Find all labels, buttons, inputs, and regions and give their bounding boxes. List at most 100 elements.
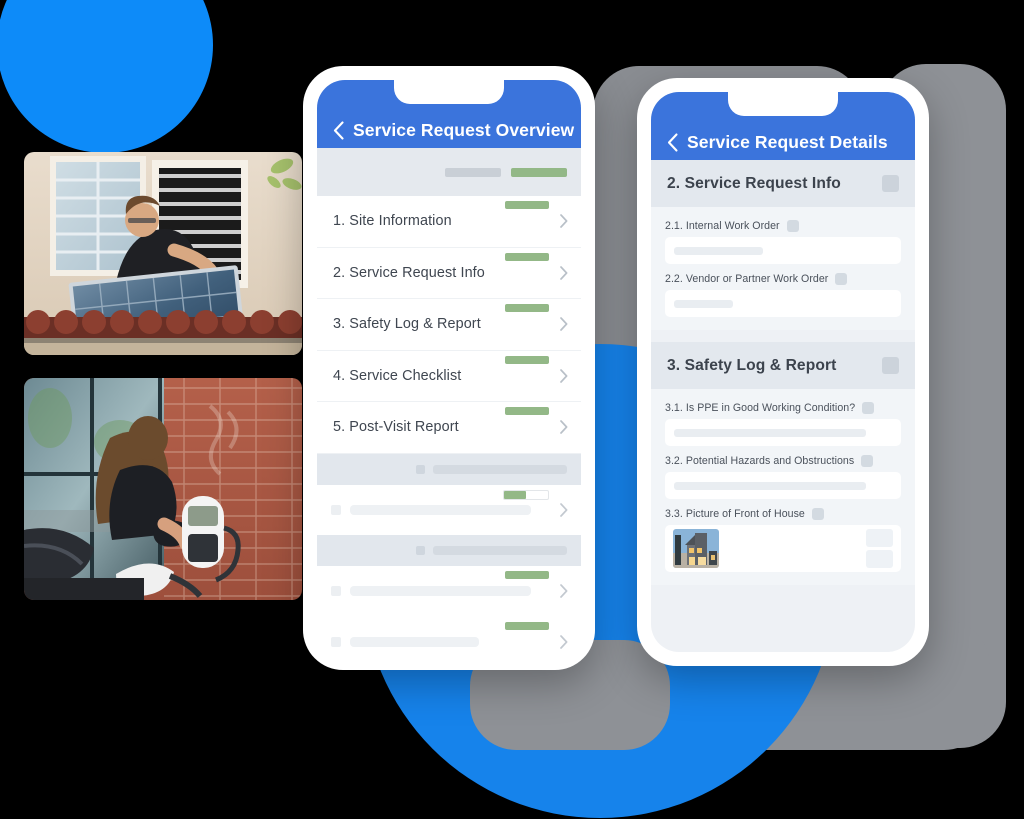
ppe-condition-input[interactable] (665, 419, 901, 446)
skeleton-row[interactable] (317, 484, 581, 535)
section-row-label: 4. Service Checklist (333, 367, 462, 384)
vendor-partner-work-order-input[interactable] (665, 290, 901, 317)
chevron-left-icon[interactable] (333, 121, 344, 140)
photo-action-stub[interactable] (866, 529, 893, 547)
section-badge (505, 355, 549, 364)
section-badge (505, 407, 549, 415)
phone-service-request-overview: Service Request Overview 1. Site Informa… (303, 66, 595, 670)
phone-notch (728, 92, 838, 116)
section-row-label: 1. Site Information (333, 213, 452, 230)
field-vendor-partner-work-order: 2.2. Vendor or Partner Work Order (665, 273, 901, 317)
left-phone-header: Service Request Overview (317, 80, 581, 148)
section-row-post-visit-report[interactable]: 5. Post-Visit Report (317, 402, 581, 454)
chevron-right-icon[interactable] (560, 420, 568, 435)
input-placeholder-bar (674, 481, 866, 490)
progress-pill-grey (445, 167, 501, 177)
progress-pill-green (511, 167, 567, 177)
left-phone-title: Service Request Overview (353, 120, 575, 140)
skeleton-bar (433, 464, 567, 474)
skeleton-square (416, 546, 425, 555)
field-label: 2.2. Vendor or Partner Work Order (665, 273, 829, 285)
section-row-service-checklist[interactable]: 4. Service Checklist (317, 350, 581, 402)
house-thumbnail[interactable] (673, 529, 719, 568)
skeleton-bar (350, 636, 479, 647)
input-placeholder-bar (674, 246, 763, 255)
solar-panel-installation-photo (24, 152, 302, 355)
potential-hazards-input[interactable] (665, 472, 901, 499)
skeleton-square (331, 636, 341, 647)
decorative-circle-top-left (0, 0, 213, 153)
skeleton-row[interactable] (317, 616, 581, 656)
field-label-row: 2.1. Internal Work Order (665, 220, 901, 232)
section-header-title: 3. Safety Log & Report (667, 356, 837, 374)
skeleton-bar (350, 504, 531, 515)
field-status-box (835, 273, 848, 285)
composition-canvas: Service Request Overview 1. Site Informa… (0, 0, 1024, 819)
field-label: 2.1. Internal Work Order (665, 220, 780, 232)
section-status-box (882, 175, 899, 192)
section-badge (505, 252, 549, 261)
field-status-box (862, 402, 875, 414)
skeleton-bar (433, 546, 567, 555)
skeleton-square (416, 464, 425, 474)
field-label-row: 3.2. Potential Hazards and Obstructions (665, 455, 901, 467)
phone-notch (394, 80, 504, 104)
section-badge (505, 621, 549, 630)
section-badge-partial (503, 489, 549, 500)
skeleton-square (331, 586, 341, 597)
chevron-right-icon[interactable] (560, 265, 568, 280)
section-status-box (882, 357, 899, 374)
phone-service-request-details: Service Request Details 2. Service Reque… (637, 78, 929, 666)
left-phone-screen: Service Request Overview 1. Site Informa… (317, 80, 581, 656)
chevron-right-icon[interactable] (560, 214, 568, 229)
section-badge (505, 571, 549, 579)
skeleton-square (331, 504, 341, 515)
chevron-right-icon[interactable] (560, 584, 568, 599)
section-row-site-information[interactable]: 1. Site Information (317, 196, 581, 248)
chevron-right-icon[interactable] (560, 634, 568, 649)
skeleton-row[interactable] (317, 566, 581, 617)
photo-action-stub[interactable] (866, 550, 893, 568)
progress-strip (317, 148, 581, 196)
section-row-label: 3. Safety Log & Report (333, 316, 481, 333)
ev-charger-photo (24, 378, 302, 600)
field-status-box (786, 220, 799, 232)
section-badge (505, 201, 549, 209)
section-header-title: 2. Service Request Info (667, 174, 841, 192)
field-label: 3.2. Potential Hazards and Obstructions (665, 455, 855, 467)
field-potential-hazards: 3.2. Potential Hazards and Obstructions (665, 455, 901, 499)
section-row-label: 5. Post-Visit Report (333, 419, 459, 436)
section-card-safety-log-report: 3.1. Is PPE in Good Working Condition? 3… (651, 389, 915, 585)
internal-work-order-input[interactable] (665, 237, 901, 264)
photo-action-stubs (866, 529, 893, 568)
right-phone-header: Service Request Details (651, 92, 915, 160)
input-placeholder-bar (674, 428, 866, 437)
field-internal-work-order: 2.1. Internal Work Order (665, 220, 901, 264)
section-header-service-request-info[interactable]: 2. Service Request Info (651, 160, 915, 207)
section-row-service-request-info[interactable]: 2. Service Request Info (317, 247, 581, 299)
section-row-safety-log-report[interactable]: 3. Safety Log & Report (317, 299, 581, 351)
section-badge (505, 304, 549, 312)
field-label-row: 3.3. Picture of Front of House (665, 508, 901, 520)
field-status-box (861, 455, 874, 467)
field-status-box (811, 508, 824, 520)
chevron-right-icon[interactable] (560, 502, 568, 517)
section-row-label: 2. Service Request Info (333, 264, 485, 281)
skeleton-group-header (317, 535, 581, 566)
picture-front-of-house-upload[interactable] (665, 525, 901, 572)
field-label: 3.1. Is PPE in Good Working Condition? (665, 402, 856, 414)
field-label-row: 3.1. Is PPE in Good Working Condition? (665, 402, 901, 414)
right-phone-screen: Service Request Details 2. Service Reque… (651, 92, 915, 652)
chevron-right-icon[interactable] (560, 368, 568, 383)
skeleton-bar (350, 586, 531, 597)
right-phone-title: Service Request Details (687, 132, 888, 152)
chevron-left-icon[interactable] (667, 133, 678, 152)
section-header-safety-log-report[interactable]: 3. Safety Log & Report (651, 342, 915, 389)
field-label: 3.3. Picture of Front of House (665, 508, 805, 520)
input-placeholder-bar (674, 299, 733, 308)
chevron-right-icon[interactable] (560, 317, 568, 332)
field-picture-front-of-house: 3.3. Picture of Front of House (665, 508, 901, 572)
section-card-service-request-info: 2.1. Internal Work Order 2.2. Vendor or … (651, 207, 915, 330)
field-ppe-condition: 3.1. Is PPE in Good Working Condition? (665, 402, 901, 446)
skeleton-group-header (317, 453, 581, 485)
